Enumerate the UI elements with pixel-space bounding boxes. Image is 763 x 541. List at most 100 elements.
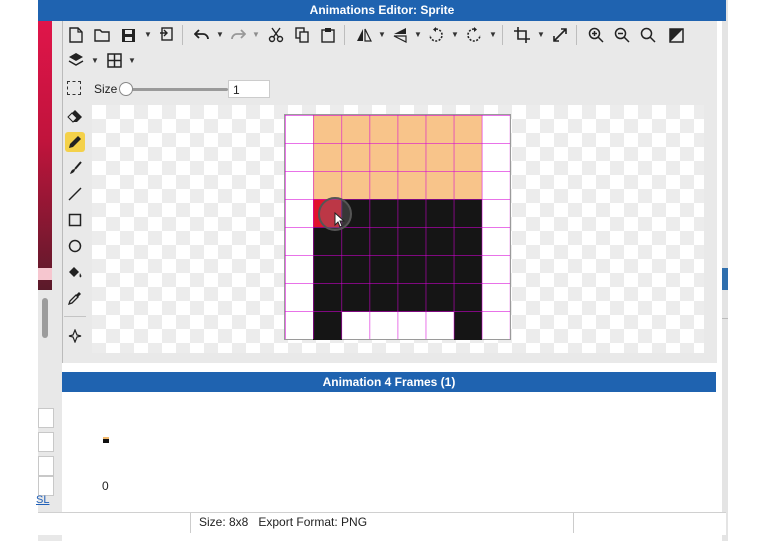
sprite-canvas[interactable] — [284, 114, 511, 340]
grid-icon[interactable] — [104, 50, 124, 70]
zoom-in-icon[interactable] — [586, 25, 606, 45]
sprite-pixel[interactable] — [397, 143, 427, 172]
save-icon[interactable] — [118, 25, 138, 45]
background-input[interactable] — [38, 408, 54, 428]
sprite-pixel[interactable] — [313, 283, 342, 312]
sprite-pixel[interactable] — [313, 143, 342, 172]
eraser-icon[interactable] — [65, 106, 85, 126]
ellipse-icon[interactable] — [65, 236, 85, 256]
copy-icon[interactable] — [292, 25, 312, 45]
sprite-pixel[interactable] — [369, 199, 398, 228]
crop-menu-caret-icon[interactable]: ▼ — [537, 30, 545, 39]
background-link[interactable]: SL — [36, 494, 49, 506]
pencil-icon[interactable] — [65, 132, 85, 152]
paste-icon[interactable] — [318, 25, 338, 45]
sprite-pixel[interactable] — [313, 255, 342, 284]
brush-size-slider-thumb[interactable] — [119, 82, 133, 96]
brush-size-input[interactable]: 1 — [228, 80, 270, 98]
tool-divider — [64, 316, 86, 317]
sprite-pixel[interactable] — [425, 171, 455, 200]
sprite-pixel[interactable] — [397, 199, 427, 228]
sprite-pixel[interactable] — [341, 171, 370, 200]
sprite-pixel[interactable] — [453, 255, 483, 284]
background-input[interactable] — [38, 476, 54, 496]
sprite-pixel[interactable] — [313, 115, 342, 144]
background-input[interactable] — [38, 456, 54, 476]
layers-icon[interactable] — [66, 50, 86, 70]
flip-menu-caret-icon[interactable]: ▼ — [378, 30, 386, 39]
move-icon[interactable] — [65, 326, 85, 346]
sprite-pixel[interactable] — [341, 283, 370, 312]
sprite-pixel[interactable] — [425, 115, 455, 144]
sprite-pixel[interactable] — [453, 143, 483, 172]
sprite-pixel[interactable] — [313, 311, 342, 340]
line-icon[interactable] — [65, 184, 85, 204]
new-file-icon[interactable] — [66, 25, 86, 45]
sprite-pixel[interactable] — [425, 143, 455, 172]
sprite-pixel[interactable] — [425, 255, 455, 284]
sprite-pixel[interactable] — [369, 283, 398, 312]
sprite-pixel[interactable] — [425, 227, 455, 256]
sprite-pixel[interactable] — [341, 227, 370, 256]
sprite-pixel[interactable] — [397, 171, 427, 200]
sprite-pixel[interactable] — [313, 171, 342, 200]
open-folder-icon[interactable] — [92, 25, 112, 45]
flip-horizontal-icon[interactable] — [354, 25, 374, 45]
zoom-out-icon[interactable] — [612, 25, 632, 45]
sprite-pixel[interactable] — [425, 283, 455, 312]
fill-canvas-icon[interactable] — [666, 25, 686, 45]
undo-menu-caret-icon[interactable]: ▼ — [216, 30, 224, 39]
rectangle-icon[interactable] — [65, 210, 85, 230]
sprite-pixel[interactable] — [397, 227, 427, 256]
sprite-pixel[interactable] — [313, 227, 342, 256]
background-scrollbar[interactable] — [42, 298, 48, 338]
toolbar-separator — [576, 25, 577, 45]
brush-size-slider[interactable] — [124, 88, 228, 91]
sprite-pixel[interactable] — [397, 115, 427, 144]
sprite-pixel[interactable] — [369, 143, 398, 172]
status-text: Size: 8x8 Export Format: PNG — [199, 515, 368, 529]
flip-vertical-caret-icon[interactable]: ▼ — [414, 30, 422, 39]
resize-icon[interactable] — [550, 25, 570, 45]
brush-icon[interactable] — [65, 158, 85, 178]
sprite-pixel[interactable] — [341, 255, 370, 284]
sprite-pixel[interactable] — [369, 171, 398, 200]
export-icon[interactable] — [156, 25, 176, 45]
frame-thumbnail[interactable] — [103, 437, 109, 443]
zoom-fit-icon[interactable] — [638, 25, 658, 45]
flip-vertical-icon[interactable] — [390, 25, 410, 45]
background-color-strip — [38, 20, 52, 290]
sprite-pixel[interactable] — [453, 283, 483, 312]
sprite-pixel[interactable] — [453, 311, 483, 340]
rotate-left-icon[interactable] — [426, 25, 446, 45]
fill-bucket-icon[interactable] — [65, 262, 85, 282]
cut-icon[interactable] — [266, 25, 286, 45]
sprite-pixel[interactable] — [453, 227, 483, 256]
rotate-right-caret-icon[interactable]: ▼ — [489, 30, 497, 39]
save-menu-caret-icon[interactable]: ▼ — [144, 30, 152, 39]
grid-menu-caret-icon[interactable]: ▼ — [128, 56, 136, 65]
rotate-right-icon[interactable] — [464, 25, 484, 45]
redo-menu-caret-icon[interactable]: ▼ — [252, 30, 260, 39]
rotate-left-caret-icon[interactable]: ▼ — [451, 30, 459, 39]
sprite-pixel[interactable] — [453, 171, 483, 200]
sprite-pixel[interactable] — [341, 143, 370, 172]
sprite-pixel[interactable] — [453, 115, 483, 144]
eyedropper-icon[interactable] — [65, 288, 85, 308]
sprite-pixel[interactable] — [369, 255, 398, 284]
background-input[interactable] — [38, 432, 54, 452]
sprite-pixel[interactable] — [453, 199, 483, 228]
status-separator — [190, 513, 191, 533]
redo-icon[interactable] — [228, 25, 248, 45]
sprite-pixel[interactable] — [397, 255, 427, 284]
crop-icon[interactable] — [512, 25, 532, 45]
layers-menu-caret-icon[interactable]: ▼ — [91, 56, 99, 65]
sprite-pixel[interactable] — [369, 227, 398, 256]
sprite-pixel[interactable] — [397, 283, 427, 312]
status-separator — [573, 513, 574, 533]
select-icon[interactable] — [67, 81, 81, 95]
undo-icon[interactable] — [192, 25, 212, 45]
sprite-pixel[interactable] — [425, 199, 455, 228]
sprite-pixel[interactable] — [341, 115, 370, 144]
sprite-pixel[interactable] — [369, 115, 398, 144]
